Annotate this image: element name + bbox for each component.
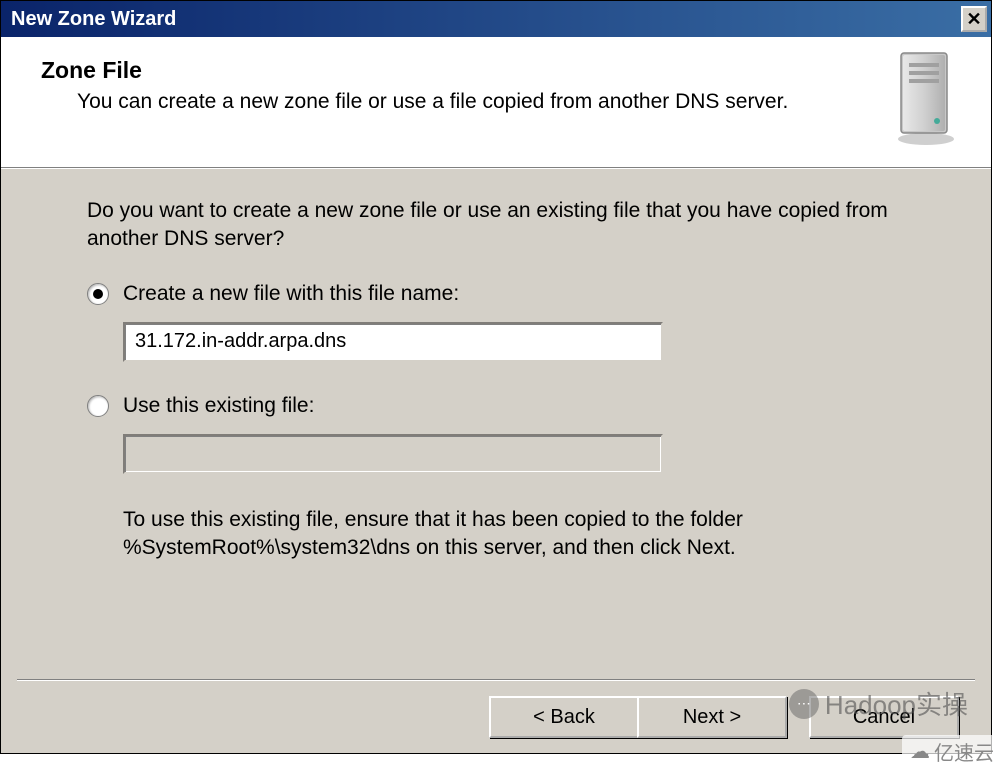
radio-label-create-new: Create a new file with this file name: bbox=[123, 282, 459, 306]
next-button[interactable]: Next > bbox=[637, 696, 787, 738]
page-subtitle: You can create a new zone file or use a … bbox=[77, 90, 889, 114]
radio-option-existing[interactable]: Use this existing file: bbox=[87, 394, 931, 418]
close-button[interactable]: ✕ bbox=[961, 6, 987, 32]
header-text-block: Zone File You can create a new zone file… bbox=[41, 57, 889, 114]
page-title: Zone File bbox=[41, 57, 889, 84]
content-panel: Do you want to create a new zone file or… bbox=[1, 168, 991, 679]
button-panel: < Back Next > Cancel bbox=[1, 681, 991, 753]
wizard-window: New Zone Wizard ✕ Zone File You can crea… bbox=[0, 0, 992, 754]
new-filename-input[interactable] bbox=[123, 322, 663, 362]
close-icon: ✕ bbox=[966, 9, 981, 30]
window-title: New Zone Wizard bbox=[5, 8, 176, 31]
titlebar: New Zone Wizard ✕ bbox=[1, 1, 991, 37]
question-text: Do you want to create a new zone file or… bbox=[87, 197, 931, 254]
note-text: To use this existing file, ensure that i… bbox=[123, 506, 931, 563]
radio-label-existing: Use this existing file: bbox=[123, 394, 314, 418]
radio-indicator-unselected bbox=[87, 395, 109, 417]
cancel-button[interactable]: Cancel bbox=[809, 696, 959, 738]
existing-filename-input bbox=[123, 434, 663, 474]
radio-indicator-selected bbox=[87, 283, 109, 305]
back-button[interactable]: < Back bbox=[489, 696, 639, 738]
header-panel: Zone File You can create a new zone file… bbox=[1, 37, 991, 168]
radio-option-create-new[interactable]: Create a new file with this file name: bbox=[87, 282, 931, 306]
server-icon bbox=[889, 49, 963, 149]
